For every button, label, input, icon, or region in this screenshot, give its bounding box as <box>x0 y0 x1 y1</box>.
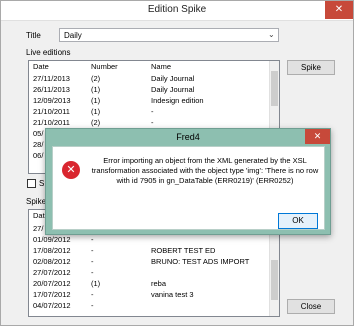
column-header-date[interactable]: Date <box>33 61 49 73</box>
table-row[interactable]: 27/07/2012 - <box>29 268 267 278</box>
table-row[interactable]: 21/10/2011 (2) - <box>29 118 267 128</box>
spike-button[interactable]: Spike <box>287 60 335 75</box>
table-row[interactable]: 20/07/2012 (1) reba <box>29 279 267 289</box>
error-message: Error importing an object from the XML g… <box>89 156 321 186</box>
dialog-body: ✕ Error importing an object from the XML… <box>52 146 325 230</box>
cell-number: - <box>91 246 94 255</box>
cell-date: 04/07/2012 <box>33 301 71 310</box>
cell-date: 20/07/2012 <box>33 279 71 288</box>
cell-number: (1) <box>91 96 101 105</box>
window-close-button[interactable]: ✕ <box>325 1 353 19</box>
title-label: Title <box>26 31 41 40</box>
cell-number: (1) <box>91 85 101 94</box>
live-editions-label: Live editions <box>26 48 71 57</box>
column-header-name[interactable]: Name <box>151 61 171 73</box>
cell-date: 21/10/2011 <box>33 107 70 116</box>
ok-button[interactable]: OK <box>278 213 318 229</box>
table-row[interactable]: 01/09/2012 - <box>29 235 267 245</box>
close-button[interactable]: Close <box>287 299 335 314</box>
cell-number: (1) <box>91 107 101 116</box>
cell-number: - <box>91 301 94 310</box>
column-header-number[interactable]: Number <box>91 61 118 73</box>
cell-number: (2) <box>91 118 101 127</box>
cell-date: 06/ <box>33 151 44 160</box>
column-header-date[interactable]: Dat <box>33 210 45 222</box>
dialog-title: Fred4 <box>176 132 200 142</box>
error-message-line: Error importing an object from the XML g… <box>103 156 307 165</box>
cell-name: reba <box>151 279 167 288</box>
table-row[interactable]: 17/08/2012 - ROBERT TEST ED <box>29 246 267 256</box>
spiked-editions-label: Spike <box>26 197 47 206</box>
table-row[interactable]: 12/09/2013 (1) Indesign edition <box>29 96 267 106</box>
cell-date: 26/11/2013 <box>33 85 70 94</box>
spiked-scrollbar-thumb[interactable] <box>271 260 278 300</box>
table-row[interactable]: 27/11/2013 (2) Daily Journal <box>29 74 267 84</box>
cell-date: 05/ <box>33 129 44 138</box>
chevron-down-icon: ⌄ <box>268 30 275 39</box>
cell-name: - <box>151 118 154 127</box>
error-message-line: with id 7905 in gn_DataTable (ERR0219)' … <box>116 176 294 185</box>
window-title: Edition Spike <box>147 4 207 15</box>
cell-date: 27/ <box>33 224 44 233</box>
cell-date: 27/07/2012 <box>33 268 71 277</box>
table-row[interactable]: 26/11/2013 (1) Daily Journal <box>29 85 267 95</box>
cell-date: 17/08/2012 <box>33 246 71 255</box>
title-select[interactable]: Daily ⌄ <box>59 28 279 42</box>
cell-name: BRUNO: TEST ADS IMPORT <box>151 257 250 266</box>
error-dialog: Fred4 ✕ ✕ Error importing an object from… <box>45 128 331 235</box>
cell-name: ROBERT TEST ED <box>151 246 216 255</box>
cell-number: - <box>91 268 94 277</box>
cell-name: Indesign edition <box>151 96 204 105</box>
table-row[interactable]: 21/10/2011 (1) - <box>29 107 267 117</box>
cell-number: - <box>91 257 94 266</box>
cell-date: 02/08/2012 <box>33 257 71 266</box>
error-icon: ✕ <box>62 161 80 179</box>
checkbox[interactable] <box>27 179 36 188</box>
table-row[interactable]: 17/07/2012 - vanina test 3 <box>29 290 267 300</box>
cell-date: 12/09/2013 <box>33 96 71 105</box>
error-message-line: transformation associated with the objec… <box>91 166 319 175</box>
title-select-value: Daily <box>64 31 82 40</box>
title-bar: Edition Spike ✕ <box>1 1 353 21</box>
cell-number: - <box>91 290 94 299</box>
cell-date: 17/07/2012 <box>33 290 71 299</box>
cell-date: 27/11/2013 <box>33 74 70 83</box>
cell-name: Daily Journal <box>151 74 195 83</box>
cell-date: 28/ <box>33 140 44 149</box>
cell-name: Daily Journal <box>151 85 195 94</box>
cell-number: - <box>91 235 94 244</box>
dialog-close-button[interactable]: ✕ <box>305 129 330 144</box>
cell-name: - <box>151 107 154 116</box>
cell-date: 21/10/2011 <box>33 118 70 127</box>
cell-number: (1) <box>91 279 101 288</box>
cell-date: 01/09/2012 <box>33 235 71 244</box>
live-scrollbar-thumb[interactable] <box>271 71 278 106</box>
cell-name: vanina test 3 <box>151 290 194 299</box>
table-row[interactable]: 04/07/2012 - <box>29 301 267 311</box>
table-row[interactable]: 02/08/2012 - BRUNO: TEST ADS IMPORT <box>29 257 267 267</box>
cell-number: (2) <box>91 74 101 83</box>
